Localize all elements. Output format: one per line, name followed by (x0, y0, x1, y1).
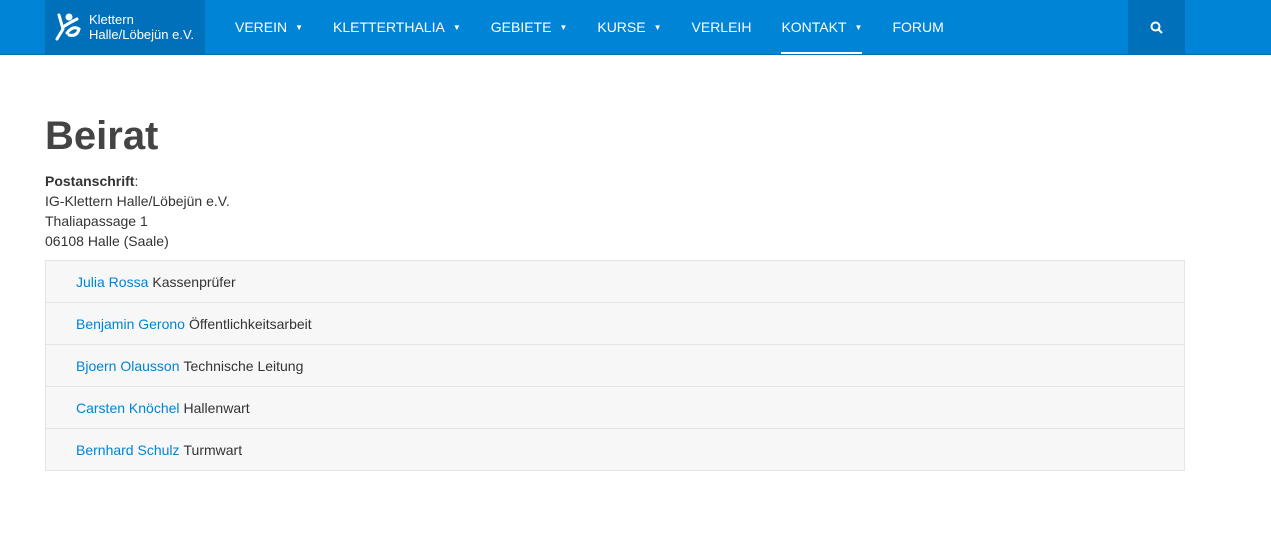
member-role: Öffentlichkeitsarbeit (188, 315, 312, 332)
list-item: Julia Rossa Kassenprüfer (46, 261, 1184, 303)
member-role: Technische Leitung (183, 357, 304, 374)
address-line: Thaliapassage 1 (45, 213, 148, 229)
caret-down-icon: ▼ (452, 22, 461, 32)
postal-address: Postanschrift: IG-Klettern Halle/Löbejün… (45, 173, 230, 249)
brand-line2: Halle/Löbejün e.V. (89, 27, 195, 42)
address-label: Postanschrift (45, 173, 135, 189)
search-icon (1150, 21, 1163, 34)
member-name-link[interactable]: Carsten Knöchel (76, 400, 180, 416)
nav-item-label: VERLEIH (691, 19, 752, 35)
list-item: Benjamin Gerono Öffentlichkeitsarbeit (46, 303, 1184, 345)
climber-logo-icon (55, 13, 81, 41)
caret-down-icon: ▼ (559, 22, 568, 32)
nav-item-label: KLETTERTHALIA (333, 19, 445, 35)
nav-item-forum[interactable]: FORUM (877, 0, 958, 54)
member-name-link[interactable]: Julia Rossa (76, 274, 148, 290)
nav-item-kontakt[interactable]: KONTAKT ▼ (766, 0, 877, 54)
nav-item-label: GEBIETE (490, 19, 552, 35)
nav-item-kletterthalia[interactable]: KLETTERTHALIA ▼ (318, 0, 476, 54)
caret-down-icon: ▼ (653, 22, 662, 32)
list-item: Bjoern Olausson Technische Leitung (46, 345, 1184, 387)
nav-item-gebiete[interactable]: GEBIETE ▼ (476, 0, 583, 54)
page-title: Beirat (45, 114, 159, 158)
member-name-link[interactable]: Benjamin Gerono (76, 316, 185, 332)
nav-item-kurse[interactable]: KURSE ▼ (582, 0, 676, 54)
brand-line1: Klettern (89, 12, 134, 27)
caret-down-icon: ▼ (295, 22, 304, 32)
nav-item-label: FORUM (892, 19, 944, 35)
nav-item-label: KURSE (597, 19, 646, 35)
top-navbar: Klettern Halle/Löbejün e.V. VEREIN ▼ KLETTE… (0, 0, 1271, 55)
member-role: Hallenwart (183, 399, 250, 416)
search-button[interactable] (1128, 0, 1185, 54)
nav-item-verein[interactable]: VEREIN ▼ (220, 0, 318, 54)
nav-item-label: KONTAKT (781, 19, 847, 35)
list-item: Bernhard Schulz Turmwart (46, 429, 1184, 470)
member-role: Turmwart (183, 441, 243, 458)
address-line: IG-Klettern Halle/Löbejün e.V. (45, 193, 230, 209)
list-item: Carsten Knöchel Hallenwart (46, 387, 1184, 429)
nav-item-label: VEREIN (235, 19, 288, 35)
member-name-link[interactable]: Bjoern Olausson (76, 358, 180, 374)
brand-logo-link[interactable]: Klettern Halle/Löbejün e.V. (45, 0, 205, 54)
member-list: Julia Rossa Kassenprüfer Benjamin Gerono Öf… (45, 260, 1185, 471)
member-role: Kassenprüfer (152, 273, 236, 290)
address-line: 06108 Halle (Saale) (45, 233, 169, 249)
member-name-link[interactable]: Bernhard Schulz (76, 442, 180, 458)
nav-item-verleih[interactable]: VERLEIH (677, 0, 767, 54)
caret-down-icon: ▼ (854, 22, 863, 32)
